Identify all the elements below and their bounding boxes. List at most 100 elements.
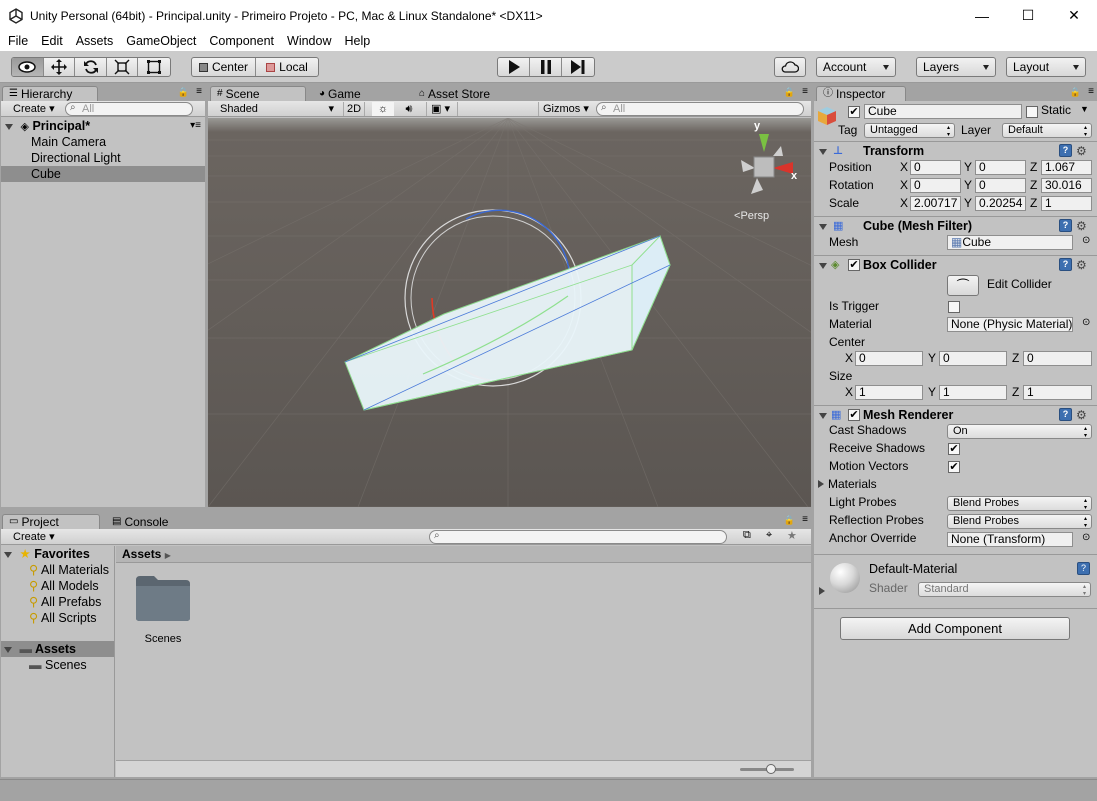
project-create-button[interactable]: Create ▾ [9, 530, 55, 544]
panel-menu-icon[interactable]: ≡ [196, 86, 202, 97]
menu-edit[interactable]: Edit [41, 34, 63, 48]
center-z-field[interactable]: 0 [1023, 351, 1092, 366]
center-x-field[interactable]: 0 [855, 351, 923, 366]
help-icon[interactable]: ? [1059, 408, 1072, 421]
scale-tool-button[interactable] [107, 58, 139, 76]
static-checkbox[interactable] [1026, 106, 1038, 118]
transform-header[interactable]: ⊥ Transform ? ⚙ [814, 141, 1097, 159]
menu-assets[interactable]: Assets [76, 34, 114, 48]
expand-icon[interactable] [819, 587, 825, 595]
motion-vectors-checkbox[interactable]: ✔ [948, 461, 960, 473]
object-picker-icon[interactable]: ⊙ [1082, 235, 1090, 246]
scale-x-field[interactable]: 2.00717 [910, 196, 961, 211]
rotation-x-field[interactable]: 0 [910, 178, 961, 193]
play-button[interactable] [498, 58, 531, 76]
object-picker-icon[interactable]: ⊙ [1082, 317, 1090, 328]
maximize-button[interactable]: ☐ [1005, 0, 1051, 31]
project-search-input[interactable]: ⌕ [429, 530, 727, 544]
move-tool-button[interactable] [44, 58, 76, 76]
layout-dropdown[interactable]: Layout [1006, 57, 1086, 77]
reflection-probes-dropdown[interactable]: Blend Probes [947, 514, 1092, 529]
step-button[interactable] [562, 58, 594, 76]
pivot-center-button[interactable]: Center [192, 58, 256, 76]
chevron-down-icon[interactable]: ▼ [1080, 104, 1089, 114]
menu-help[interactable]: Help [344, 34, 370, 48]
position-z-field[interactable]: 1.067 [1041, 160, 1092, 175]
gizmos-dropdown[interactable]: Gizmos ▾ [538, 102, 590, 116]
toggle-2d-button[interactable]: 2D [343, 102, 365, 116]
tab-scene[interactable]: # Scene [210, 86, 306, 101]
layers-dropdown[interactable]: Layers [916, 57, 996, 77]
size-x-field[interactable]: 1 [855, 385, 923, 400]
scale-z-field[interactable]: 1 [1041, 196, 1092, 211]
audio-toggle[interactable]: 🔊︎ [398, 102, 420, 116]
breadcrumb-assets[interactable]: Assets [122, 547, 161, 561]
anchor-override-field[interactable]: None (Transform) [947, 532, 1073, 547]
receive-shadows-checkbox[interactable]: ✔ [948, 443, 960, 455]
mesh-renderer-header[interactable]: ▦ ✔ Mesh Renderer ? ⚙ [814, 405, 1097, 423]
scale-y-field[interactable]: 0.20254 [975, 196, 1026, 211]
menu-file[interactable]: File [8, 34, 28, 48]
gear-icon[interactable]: ⚙ [1076, 217, 1087, 235]
lock-icon[interactable]: 🔒 [784, 87, 795, 98]
light-probes-dropdown[interactable]: Blend Probes [947, 496, 1092, 511]
cast-shadows-dropdown[interactable]: On [947, 424, 1092, 439]
collider-material-field[interactable]: None (Physic Material) [947, 317, 1073, 332]
lock-icon[interactable]: 🔒 [178, 87, 189, 98]
hierarchy-item-directional-light[interactable]: Directional Light [1, 150, 205, 166]
active-checkbox[interactable]: ✔ [848, 106, 860, 118]
favorite-star-icon[interactable]: ★ [787, 529, 797, 542]
filter-label-icon[interactable]: ⌖ [766, 529, 772, 542]
favorites-row[interactable]: ★ Favorites [1, 546, 114, 562]
edit-collider-button[interactable]: ⏜ [947, 275, 979, 296]
lock-icon[interactable]: 🔒 [1070, 87, 1081, 98]
filter-type-icon[interactable]: ⧉ [743, 529, 751, 542]
folder-scenes[interactable]: Scenes [134, 574, 194, 664]
size-y-field[interactable]: 1 [939, 385, 1007, 400]
assets-root-row[interactable]: ▬ Assets [1, 641, 114, 657]
scene-root-row[interactable]: ◈ Principal* ▾≡ [1, 118, 205, 134]
hierarchy-item-cube[interactable]: Cube [1, 166, 205, 182]
gear-icon[interactable]: ⚙ [1076, 406, 1087, 424]
layer-dropdown[interactable]: Default [1002, 123, 1092, 138]
help-icon[interactable]: ? [1059, 144, 1072, 157]
hierarchy-create-button[interactable]: Create ▾ [9, 102, 55, 116]
minimize-button[interactable]: — [959, 0, 1005, 31]
menu-window[interactable]: Window [287, 34, 331, 48]
account-dropdown[interactable]: Account [816, 57, 896, 77]
favorite-item-all-materials[interactable]: ⚲ All Materials [1, 562, 114, 578]
mesh-filter-header[interactable]: ▦ Cube (Mesh Filter) ? ⚙ [814, 216, 1097, 234]
help-icon[interactable]: ? [1059, 219, 1072, 232]
position-y-field[interactable]: 0 [975, 160, 1026, 175]
rotation-z-field[interactable]: 30.016 [1041, 178, 1092, 193]
scene-viewport[interactable]: y x <Persp [208, 118, 811, 507]
hierarchy-search-input[interactable]: ⌕ All [65, 102, 193, 116]
menu-gameobject[interactable]: GameObject [126, 34, 196, 48]
hierarchy-item-main-camera[interactable]: Main Camera [1, 134, 205, 150]
panel-menu-icon[interactable]: ≡ [802, 86, 808, 97]
object-name-field[interactable]: Cube [864, 104, 1022, 119]
favorite-item-all-prefabs[interactable]: ⚲ All Prefabs [1, 594, 114, 610]
tab-inspector[interactable]: ⓘ Inspector [816, 86, 906, 101]
shading-mode-dropdown[interactable]: Shaded ▾ [216, 102, 334, 116]
effects-dropdown[interactable]: ▣ ▾ [426, 102, 458, 116]
menu-component[interactable]: Component [209, 34, 274, 48]
center-y-field[interactable]: 0 [939, 351, 1007, 366]
rotate-tool-button[interactable] [75, 58, 107, 76]
mesh-field[interactable]: ▦Cube [947, 235, 1073, 250]
box-collider-enabled-checkbox[interactable]: ✔ [848, 259, 860, 271]
assets-item-scenes[interactable]: ▬ Scenes [1, 657, 114, 673]
is-trigger-checkbox[interactable] [948, 301, 960, 313]
materials-foldout[interactable]: Materials [818, 477, 877, 491]
mesh-renderer-enabled-checkbox[interactable]: ✔ [848, 409, 860, 421]
tab-console[interactable]: ▤ Console [105, 514, 195, 529]
help-icon[interactable]: ? [1077, 562, 1090, 575]
rotation-y-field[interactable]: 0 [975, 178, 1026, 193]
panel-menu-icon[interactable]: ≡ [1088, 86, 1094, 97]
hand-tool-button[interactable] [12, 58, 44, 76]
scene-menu-icon[interactable]: ▾≡ [190, 118, 201, 134]
close-button[interactable]: ✕ [1051, 0, 1097, 31]
tab-project[interactable]: ▭ Project [2, 514, 100, 529]
pause-button[interactable] [530, 58, 562, 76]
gear-icon[interactable]: ⚙ [1076, 142, 1087, 160]
